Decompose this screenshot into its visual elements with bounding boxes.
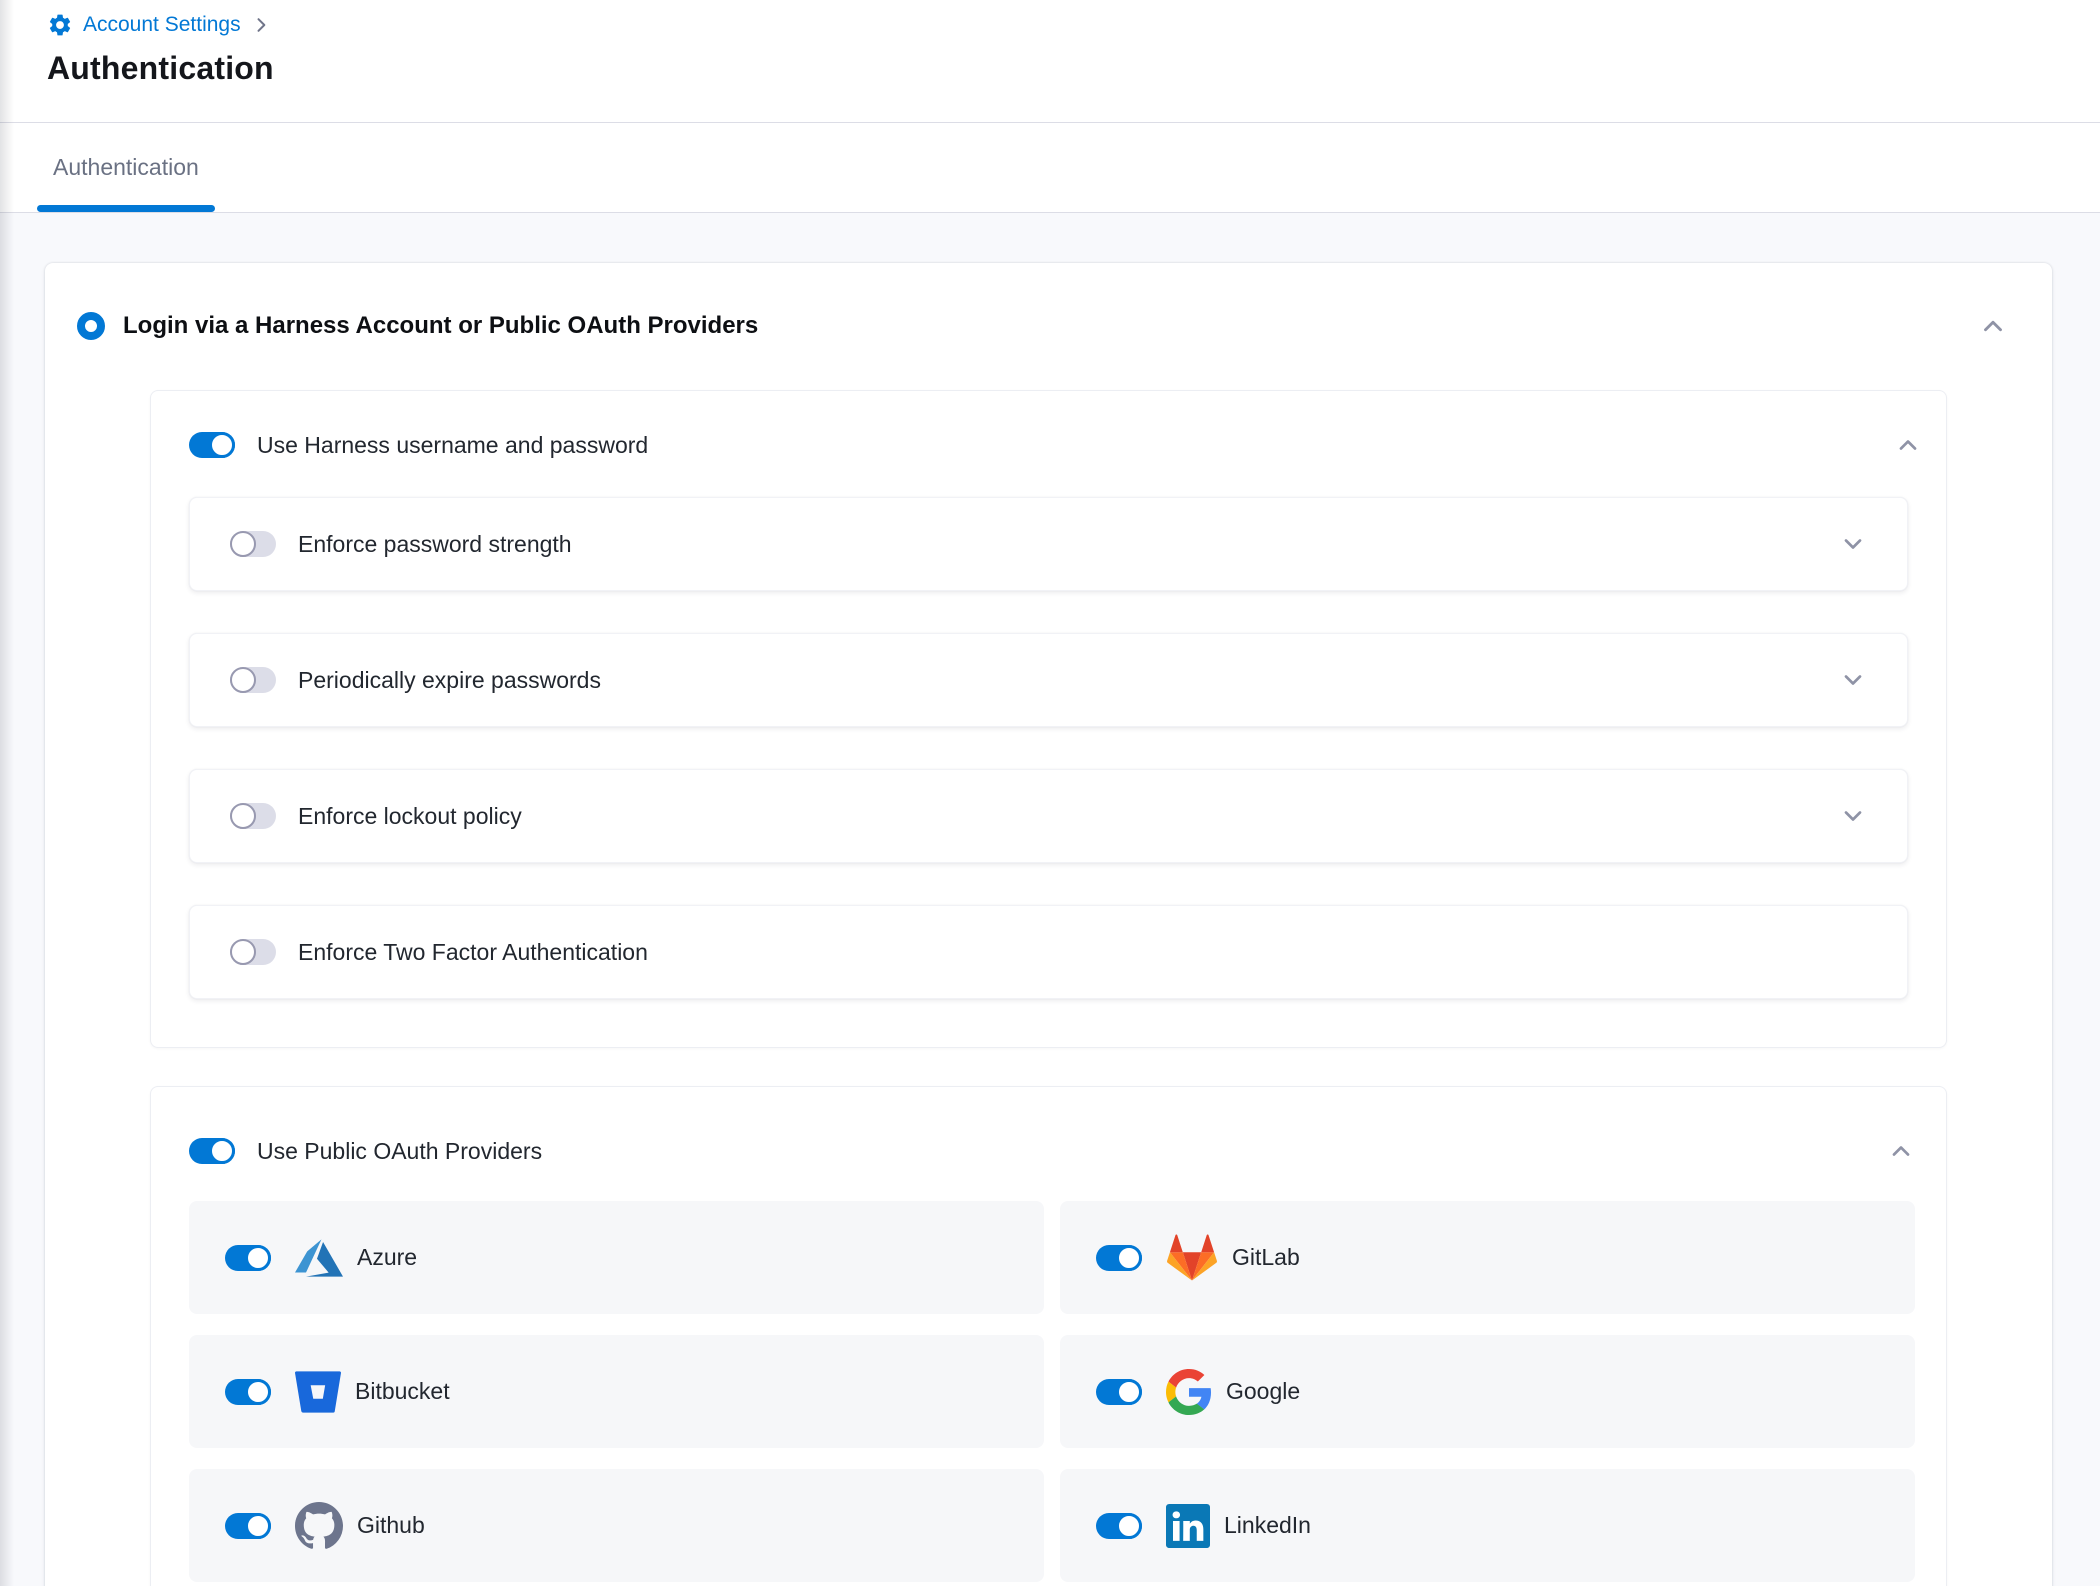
gear-icon <box>47 12 73 38</box>
oauth-providers-header: Use Public OAuth Providers <box>189 1137 1915 1165</box>
toggle-knob <box>245 1513 271 1539</box>
toggle-periodically-expire-passwords[interactable] <box>230 667 276 693</box>
row-label: Periodically expire passwords <box>298 667 601 694</box>
toggle-knob <box>230 803 256 829</box>
chevron-up-icon[interactable] <box>1978 311 2008 341</box>
google-icon <box>1166 1369 1212 1415</box>
chevron-right-icon <box>251 15 271 35</box>
toggle-knob <box>1116 1379 1142 1405</box>
provider-tile-google: Google <box>1060 1335 1915 1448</box>
toggle-knob <box>245 1379 271 1405</box>
row-enforce-password-strength: Enforce password strength <box>189 497 1908 591</box>
toggle-gitlab[interactable] <box>1096 1245 1142 1271</box>
login-option-radio[interactable] <box>77 312 105 340</box>
username-password-header: Use Harness username and password <box>189 431 1922 459</box>
toggle-knob <box>230 667 256 693</box>
row-label: Enforce password strength <box>298 531 572 558</box>
oauth-providers-section: Use Public OAuth Providers Azure <box>150 1086 1947 1586</box>
section-label: Use Public OAuth Providers <box>257 1138 542 1165</box>
row-label: Enforce Two Factor Authentication <box>298 939 648 966</box>
row-enforce-two-factor-authentication: Enforce Two Factor Authentication <box>189 905 1908 999</box>
toggle-github[interactable] <box>225 1513 271 1539</box>
page-header: Account Settings Authentication <box>0 0 2100 123</box>
azure-icon <box>295 1234 343 1282</box>
toggle-use-public-oauth-providers[interactable] <box>189 1138 235 1164</box>
breadcrumb: Account Settings <box>47 10 2100 40</box>
content-area: Login via a Harness Account or Public OA… <box>0 213 2100 1586</box>
tab-bar: Authentication <box>0 123 2100 213</box>
github-icon <box>295 1502 343 1550</box>
chevron-down-icon[interactable] <box>1839 530 1867 558</box>
toggle-knob <box>230 531 256 557</box>
toggle-knob <box>209 1138 235 1164</box>
provider-tile-github: Github <box>189 1469 1044 1582</box>
gitlab-icon <box>1166 1233 1218 1283</box>
providers-grid: Azure GitLab Bitbucket <box>189 1201 1915 1582</box>
section-label: Use Harness username and password <box>257 432 648 459</box>
toggle-azure[interactable] <box>225 1245 271 1271</box>
tab-authentication[interactable]: Authentication <box>37 123 215 212</box>
provider-label: GitLab <box>1232 1244 1300 1271</box>
toggle-knob <box>1116 1513 1142 1539</box>
tab-label: Authentication <box>53 154 199 181</box>
login-option-label: Login via a Harness Account or Public OA… <box>123 312 758 340</box>
row-periodically-expire-passwords: Periodically expire passwords <box>189 633 1908 727</box>
toggle-knob <box>1116 1245 1142 1271</box>
chevron-down-icon[interactable] <box>1839 666 1867 694</box>
toggle-google[interactable] <box>1096 1379 1142 1405</box>
linkedin-icon <box>1166 1504 1210 1548</box>
toggle-knob <box>230 939 256 965</box>
row-enforce-lockout-policy: Enforce lockout policy <box>189 769 1908 863</box>
provider-tile-gitlab: GitLab <box>1060 1201 1915 1314</box>
login-option-row: Login via a Harness Account or Public OA… <box>45 311 2052 341</box>
authentication-card: Login via a Harness Account or Public OA… <box>45 263 2052 1586</box>
toggle-enforce-two-factor-authentication[interactable] <box>230 939 276 965</box>
provider-label: Google <box>1226 1378 1300 1405</box>
toggle-enforce-password-strength[interactable] <box>230 531 276 557</box>
provider-label: Github <box>357 1512 425 1539</box>
password-policy-rows: Enforce password strength Periodically e… <box>189 497 1922 999</box>
provider-label: LinkedIn <box>1224 1512 1311 1539</box>
provider-label: Bitbucket <box>355 1378 450 1405</box>
page-title: Authentication <box>47 50 2100 87</box>
provider-label: Azure <box>357 1244 417 1271</box>
bitbucket-icon <box>295 1369 341 1415</box>
toggle-use-harness-username-password[interactable] <box>189 432 235 458</box>
toggle-linkedin[interactable] <box>1096 1513 1142 1539</box>
toggle-bitbucket[interactable] <box>225 1379 271 1405</box>
row-label: Enforce lockout policy <box>298 803 522 830</box>
chevron-down-icon[interactable] <box>1839 802 1867 830</box>
provider-tile-linkedin: LinkedIn <box>1060 1469 1915 1582</box>
toggle-enforce-lockout-policy[interactable] <box>230 803 276 829</box>
toggle-knob <box>209 432 235 458</box>
breadcrumb-link-account-settings[interactable]: Account Settings <box>83 13 241 37</box>
provider-tile-bitbucket: Bitbucket <box>189 1335 1044 1448</box>
toggle-knob <box>245 1245 271 1271</box>
provider-tile-azure: Azure <box>189 1201 1044 1314</box>
chevron-up-icon[interactable] <box>1887 1137 1915 1165</box>
chevron-up-icon[interactable] <box>1894 431 1922 459</box>
username-password-section: Use Harness username and password Enforc… <box>150 390 1947 1048</box>
